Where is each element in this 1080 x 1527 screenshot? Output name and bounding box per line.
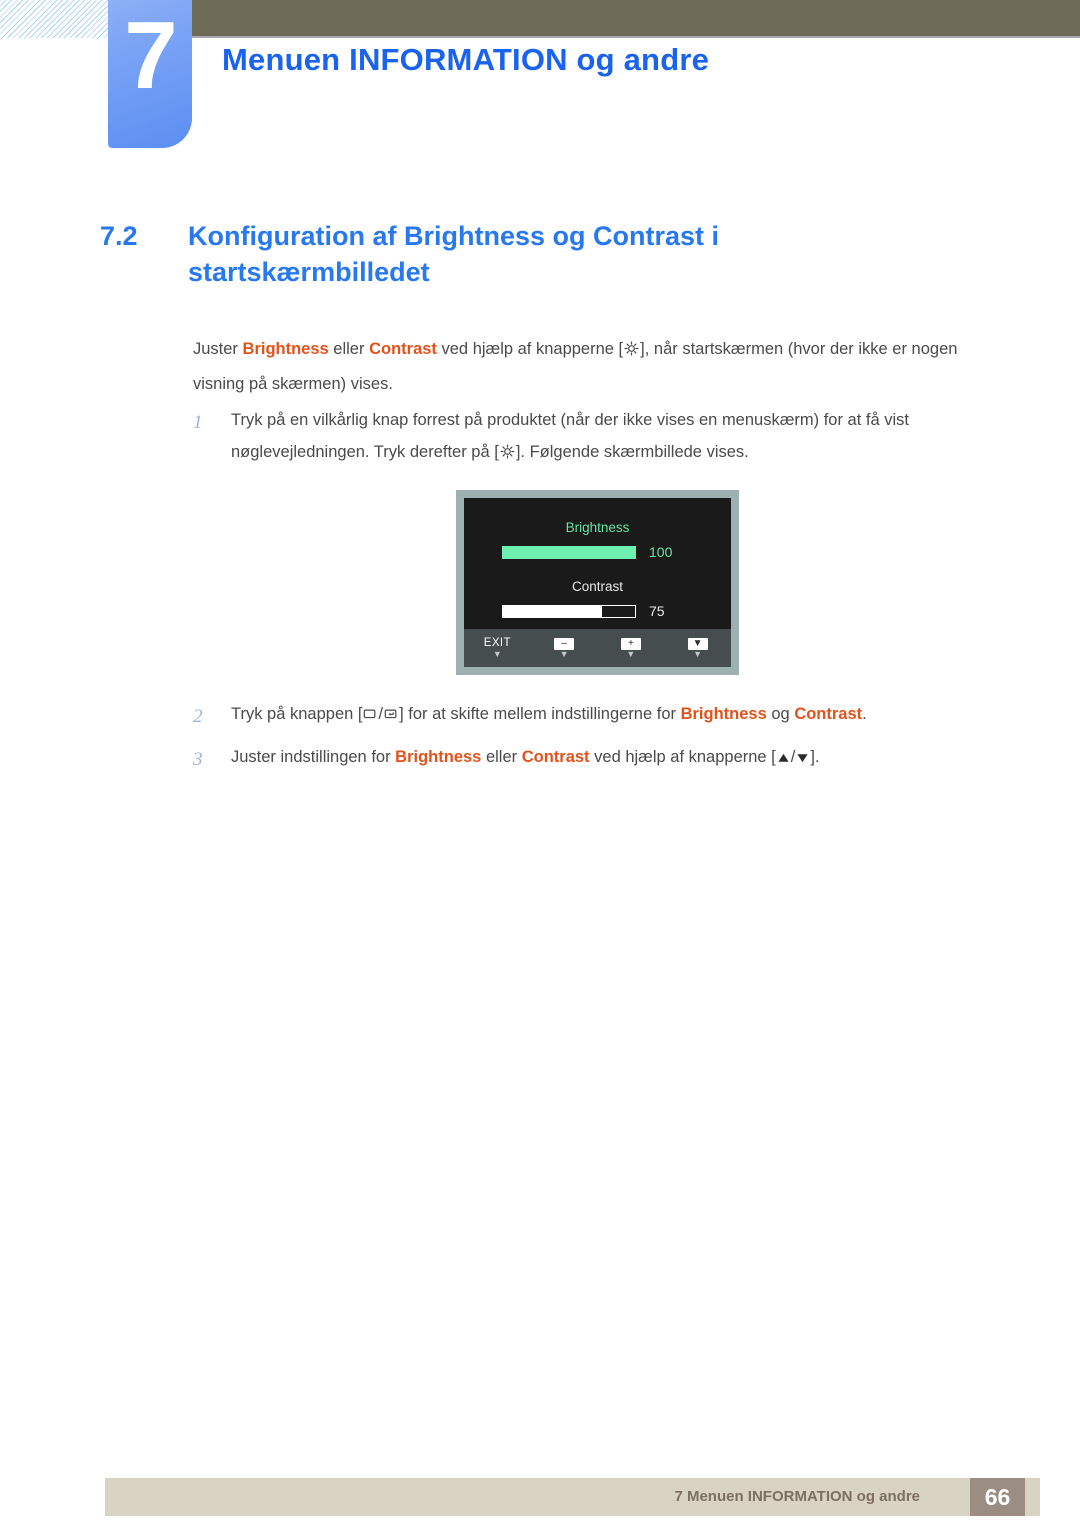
step-number: 2 [193, 706, 203, 727]
keyword-brightness: Brightness [242, 340, 329, 358]
osd-contrast-label: Contrast [571, 579, 624, 594]
chevron-down-icon: ▼ [559, 649, 569, 659]
steps-upper-list: 1 Tryk på en vilkårlig knap forrest på p… [193, 404, 993, 476]
osd-screen: Brightness 100 Contrast 75 EXIT ▼ – ▼ + … [464, 498, 731, 667]
osd-button-bar: EXIT ▼ – ▼ + ▼ ▼ ▼ [464, 629, 731, 667]
footer-bar: 7 Menuen INFORMATION og andre 66 [105, 1478, 1040, 1516]
list-item: 3 Juster indstillingen for Brightness el… [193, 741, 993, 778]
header-olive-bar [120, 0, 1080, 36]
osd-screenshot: Brightness 100 Contrast 75 EXIT ▼ – ▼ + … [456, 490, 739, 675]
intro-text-1: Juster [193, 340, 243, 358]
keyword-contrast: Contrast [369, 340, 437, 358]
osd-exit-button[interactable]: EXIT ▼ [464, 629, 531, 659]
step-text: Juster indstillingen for Brightness elle… [231, 741, 820, 775]
page-number: 66 [970, 1478, 1025, 1516]
brightness-icon [624, 335, 639, 368]
osd-contrast-bar [502, 604, 636, 618]
intro-text-2: eller [328, 340, 370, 358]
section-title: Konfiguration af Brightness og Contrast … [188, 221, 719, 288]
enter-key-icon [384, 700, 398, 732]
step2-text-5: . [862, 705, 867, 723]
osd-contrast-value: 75 [649, 603, 665, 619]
chevron-down-icon: ▼ [693, 649, 703, 659]
intro-paragraph: Juster Brightness eller Contrast ved hjæ… [193, 333, 993, 401]
list-item: 1 Tryk på en vilkårlig knap forrest på p… [193, 404, 993, 470]
step-number: 1 [193, 412, 203, 433]
osd-brightness-label: Brightness [565, 520, 630, 535]
osd-minus-button[interactable]: – ▼ [531, 629, 598, 659]
chapter-title: Menuen INFORMATION og andre [222, 42, 710, 77]
step2-text-2: / [378, 705, 384, 723]
brightness-icon [500, 438, 515, 470]
keyword-brightness: Brightness [680, 705, 767, 723]
steps-lower-list: 2 Tryk på knappen [ / ] for at skifte mell… [193, 698, 993, 784]
section-heading: 7.2 Konfiguration af Brightness og Contr… [100, 218, 820, 290]
osd-brightness-bar [502, 545, 636, 559]
section-number: 7.2 [100, 221, 138, 251]
hatch-decoration [0, 0, 120, 38]
keyword-contrast: Contrast [794, 705, 863, 723]
list-item: 2 Tryk på knappen [ / ] for at skifte mell… [193, 698, 993, 735]
step3-text-5: ]. [810, 748, 820, 767]
chevron-down-icon: ▼ [492, 649, 502, 659]
source-key-icon [363, 700, 377, 732]
keyword-contrast: Contrast [521, 748, 590, 767]
osd-exit-label: EXIT [483, 637, 511, 649]
keyword-brightness: Brightness [395, 748, 482, 767]
intro-text-3: ved hjælp af knapperne [ [436, 340, 624, 358]
chapter-number: 7 [124, 2, 177, 109]
osd-contrast-row: 75 [464, 603, 731, 619]
osd-contrast-bar-fill [503, 605, 602, 617]
step2-text-4: og [766, 705, 795, 723]
step3-text-3: ved hjælp af knapperne [ [589, 748, 776, 767]
step3-text-2: eller [481, 748, 522, 767]
osd-brightness-row: 100 [464, 544, 731, 560]
step2-text-3: ] for at skifte mellem indstillingerne f… [399, 705, 681, 723]
step3-text-4: / [790, 748, 796, 767]
osd-plus-button[interactable]: + ▼ [598, 629, 665, 659]
osd-brightness-value: 100 [649, 544, 673, 560]
step2-text-1: Tryk på knappen [ [231, 705, 363, 723]
up-arrow-icon [777, 743, 790, 775]
osd-down-button[interactable]: ▼ ▼ [664, 629, 731, 659]
chevron-down-icon: ▼ [626, 649, 636, 659]
step-number: 3 [193, 749, 203, 771]
footer-chapter-label: 7 Menuen INFORMATION og andre [674, 1488, 920, 1505]
step3-text-1: Juster indstillingen for [231, 748, 396, 767]
step-text-after: ]. Følgende skærmbillede vises. [515, 443, 749, 462]
header-underline [120, 36, 1080, 38]
chapter-tab: 7 [108, 0, 192, 148]
down-arrow-icon [796, 743, 809, 775]
step-text: Tryk på en vilkårlig knap forrest på pro… [231, 404, 993, 470]
step-text: Tryk på knappen [ / ] for at skifte mellem… [231, 698, 867, 732]
